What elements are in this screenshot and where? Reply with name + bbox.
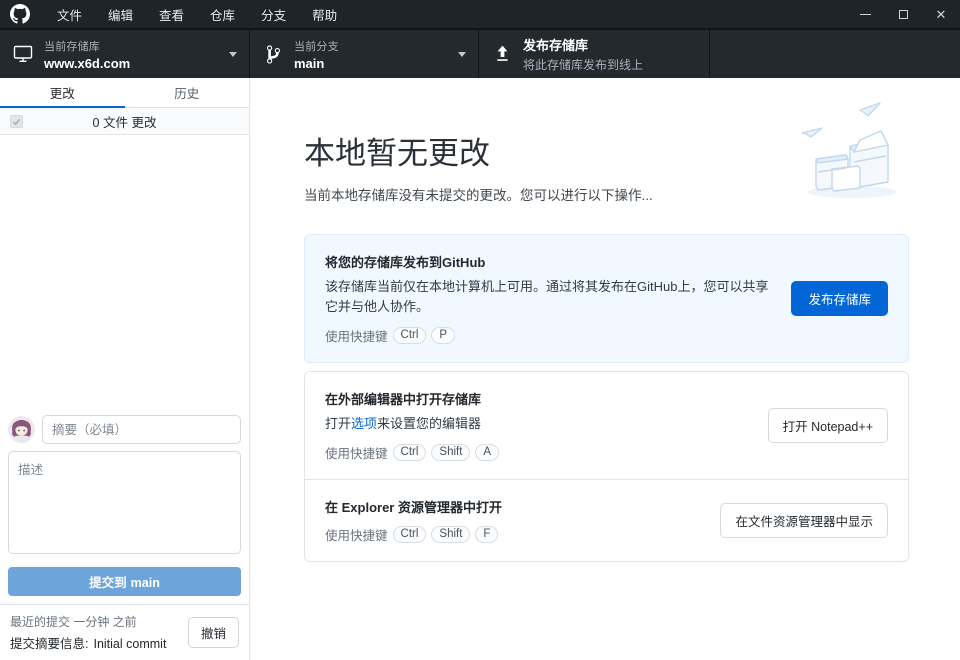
publish-to-github-card: 将您的存储库发布到GitHub 该存储库当前仅在本地计算机上可用。通过将其发布在…	[304, 234, 909, 363]
commit-button-branch: main	[131, 576, 160, 590]
publish-repository-action[interactable]: 发布存储库 将此存储库发布到线上	[479, 30, 710, 78]
avatar	[8, 416, 35, 443]
menu-view[interactable]: 查看	[146, 0, 197, 28]
current-repository-selector[interactable]: 当前存储库 www.x6d.com	[0, 30, 250, 78]
chevron-down-icon	[458, 52, 466, 57]
maximize-icon	[899, 10, 908, 19]
minimize-icon	[860, 14, 871, 15]
blank-slate-actions: 将您的存储库发布到GitHub 该存储库当前仅在本地计算机上可用。通过将其发布在…	[304, 234, 909, 562]
recent-commit-summary-value: Initial commit	[93, 637, 166, 651]
changes-list-empty	[0, 135, 249, 407]
publish-card-title: 将您的存储库发布到GitHub	[325, 252, 773, 271]
key-shift: Shift	[431, 444, 470, 461]
maximize-button[interactable]	[884, 0, 922, 28]
open-in-explorer-card: 在 Explorer 资源管理器中打开 使用快捷键 Ctrl Shift F 在…	[305, 479, 908, 561]
menu-edit[interactable]: 编辑	[95, 0, 146, 28]
computer-icon	[12, 45, 34, 63]
tab-history[interactable]: 历史	[125, 78, 250, 108]
title-bar: 文件 编辑 查看 仓库 分支 帮助 ✕	[0, 0, 960, 28]
editor-card-description: 打开选项来设置您的编辑器	[325, 414, 750, 434]
commit-summary-input[interactable]	[42, 415, 241, 444]
main-pane: 本地暂无更改 当前本地存储库没有未提交的更改。您可以进行以下操作... 将您的存…	[250, 78, 960, 660]
commit-button-label: 提交到	[89, 576, 127, 590]
publish-repository-button[interactable]: 发布存储库	[791, 281, 888, 316]
branch-label: 当前分支	[294, 38, 339, 54]
key-ctrl: Ctrl	[393, 444, 427, 461]
editor-card-shortcut: 使用快捷键 Ctrl Shift A	[325, 443, 750, 462]
changed-files-header: 0 文件 更改	[0, 108, 249, 135]
upload-icon	[491, 45, 513, 63]
publish-card-shortcut: 使用快捷键 Ctrl P	[325, 326, 773, 345]
key-ctrl: Ctrl	[393, 526, 427, 543]
git-branch-icon	[262, 44, 284, 65]
sidebar-tabs: 更改 历史	[0, 78, 249, 108]
explorer-card-shortcut: 使用快捷键 Ctrl Shift F	[325, 525, 702, 544]
commit-description-textarea[interactable]	[8, 451, 241, 554]
toolbar: 当前存储库 www.x6d.com 当前分支 main 发布存储库 将此存储库发…	[0, 28, 960, 78]
open-in-editor-card: 在外部编辑器中打开存储库 打开选项来设置您的编辑器 使用快捷键 Ctrl Shi…	[305, 372, 908, 479]
chevron-down-icon	[229, 52, 237, 57]
minimize-button[interactable]	[846, 0, 884, 28]
editor-card-title: 在外部编辑器中打开存储库	[325, 389, 750, 408]
open-in-notepad-button[interactable]: 打开 Notepad++	[768, 408, 888, 443]
options-link[interactable]: 选项	[351, 416, 377, 431]
undo-commit-button[interactable]: 撤销	[188, 617, 239, 648]
key-p: P	[431, 327, 455, 344]
menu-bar: 文件 编辑 查看 仓库 分支 帮助	[44, 0, 350, 28]
window-controls: ✕	[846, 0, 960, 28]
recent-commit-summary-label: 提交摘要信息:	[10, 637, 88, 651]
recent-commit-time: 最近的提交 一分钟 之前	[10, 613, 166, 630]
empty-state-illustration	[786, 100, 914, 202]
menu-file[interactable]: 文件	[44, 0, 95, 28]
commit-form: 提交到 main	[0, 407, 249, 604]
key-a: A	[475, 444, 499, 461]
key-f: F	[475, 526, 498, 543]
key-ctrl: Ctrl	[393, 327, 427, 344]
current-branch-selector[interactable]: 当前分支 main	[250, 30, 479, 78]
key-shift: Shift	[431, 526, 470, 543]
tab-changes[interactable]: 更改	[0, 78, 125, 108]
close-icon: ✕	[936, 8, 947, 21]
commit-to-branch-button[interactable]: 提交到 main	[8, 567, 241, 596]
recent-commit-panel: 最近的提交 一分钟 之前 提交摘要信息: Initial commit 撤销	[0, 604, 249, 660]
publish-title: 发布存储库	[523, 35, 643, 54]
select-all-checkbox[interactable]	[10, 115, 23, 128]
sidebar: 更改 历史 0 文件 更改	[0, 78, 250, 660]
files-changed-count: 0 文件 更改	[0, 112, 249, 131]
menu-repository[interactable]: 仓库	[197, 0, 248, 28]
repository-label: 当前存储库	[44, 38, 130, 54]
close-button[interactable]: ✕	[922, 0, 960, 28]
publish-subtitle: 将此存储库发布到线上	[523, 56, 643, 73]
repository-name: www.x6d.com	[44, 56, 130, 71]
explorer-card-title: 在 Explorer 资源管理器中打开	[325, 497, 702, 516]
menu-branch[interactable]: 分支	[248, 0, 299, 28]
open-actions-group: 在外部编辑器中打开存储库 打开选项来设置您的编辑器 使用快捷键 Ctrl Shi…	[304, 371, 909, 562]
show-in-explorer-button[interactable]: 在文件资源管理器中显示	[720, 503, 888, 538]
github-logo-icon	[10, 4, 30, 24]
publish-card-description: 该存储库当前仅在本地计算机上可用。通过将其发布在GitHub上，您可以共享它并与…	[325, 277, 773, 317]
branch-name: main	[294, 56, 339, 71]
menu-help[interactable]: 帮助	[299, 0, 350, 28]
